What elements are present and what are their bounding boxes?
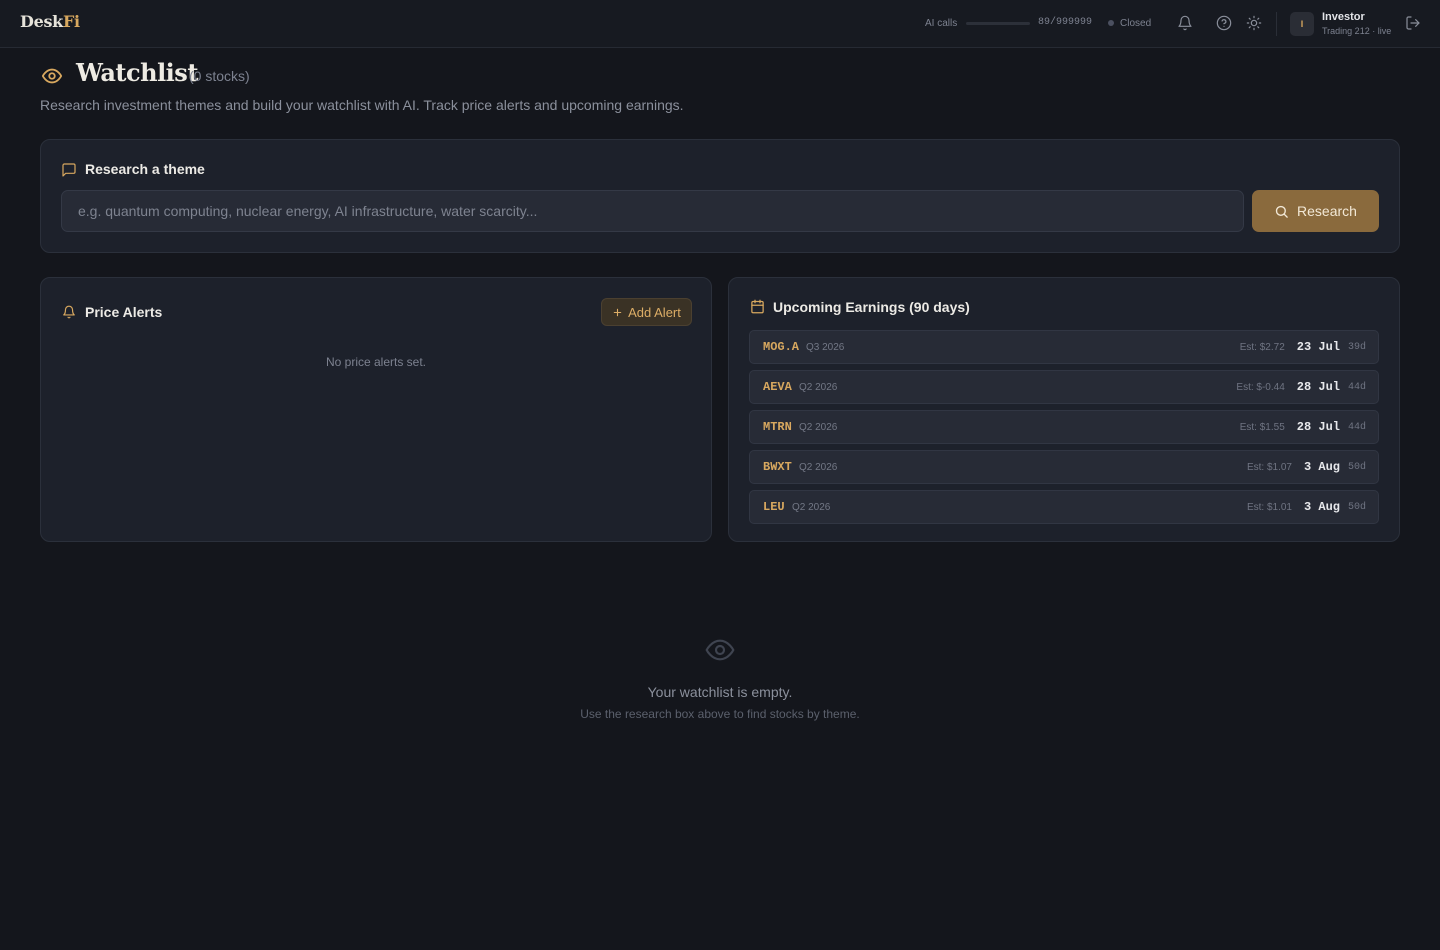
earnings-quarter: Q2 2026 [799,422,838,433]
earnings-quarter: Q2 2026 [792,502,831,513]
research-button[interactable]: Research [1252,190,1379,232]
upcoming-earnings-title: Upcoming Earnings (90 days) [773,299,970,315]
bell-icon[interactable] [1177,15,1193,31]
earnings-ticker: AEVA [763,380,792,394]
user-avatar[interactable]: I [1290,12,1314,36]
earnings-row[interactable]: LEU Q2 2026 Est: $1.01 3 Aug 50d [749,490,1379,524]
earnings-days-until: 44d [1347,381,1366,393]
add-alert-button[interactable]: Add Alert [601,298,692,326]
logout-icon[interactable] [1405,15,1421,31]
eye-icon [705,639,735,661]
earnings-row[interactable]: BWXT Q2 2026 Est: $1.07 3 Aug 50d [749,450,1379,484]
logo-text-desk: Desk [20,12,63,31]
earnings-row[interactable]: MTRN Q2 2026 Est: $1.55 28 Jul 44d [749,410,1379,444]
earnings-row[interactable]: AEVA Q2 2026 Est: $-0.44 28 Jul 44d [749,370,1379,404]
earnings-date: 28 Jul [1296,380,1340,394]
research-button-label: Research [1297,203,1357,219]
help-icon[interactable] [1216,15,1232,31]
earnings-days-until: 50d [1347,501,1366,513]
earnings-quarter: Q2 2026 [799,382,838,393]
earnings-days-until: 50d [1347,461,1366,473]
research-card-title: Research a theme [85,161,205,177]
earnings-estimate: Est: $1.01 [1246,501,1292,513]
sun-icon[interactable] [1246,15,1262,31]
user-account-subtitle: Trading 212 · live [1322,26,1392,36]
message-square-icon [62,163,76,177]
bell-icon [63,305,75,319]
earnings-date: 3 Aug [1303,460,1340,474]
no-alerts-message: No price alerts set. [325,355,427,369]
ai-calls-count: 89/999999 [1038,17,1093,28]
search-icon [1275,205,1288,218]
stock-count: (0 stocks) [189,68,250,84]
earnings-row[interactable]: MOG.A Q3 2026 Est: $2.72 23 Jul 39d [749,330,1379,364]
research-theme-input[interactable] [61,190,1244,232]
add-alert-label: Add Alert [628,304,681,320]
earnings-ticker: BWXT [763,460,792,474]
ai-calls-label: AI calls [925,18,958,29]
user-name: Investor [1322,11,1365,23]
market-status-dot [1108,20,1114,26]
earnings-quarter: Q2 2026 [799,462,838,473]
eye-icon [41,68,63,84]
earnings-ticker: MOG.A [763,340,800,354]
page-title: Watchlist [76,58,198,87]
research-card: Research a theme Research [40,139,1400,253]
earnings-days-until: 39d [1347,341,1366,353]
earnings-estimate: Est: $2.72 [1239,341,1285,353]
earnings-estimate: Est: $-0.44 [1236,381,1285,393]
logo-text-fi: Fi [62,12,80,31]
earnings-days-until: 44d [1347,421,1366,433]
price-alerts-card: Price Alerts Add Alert No price alerts s… [40,277,712,542]
earnings-date: 3 Aug [1303,500,1340,514]
page-subtitle: Research investment themes and build you… [40,97,684,113]
calendar-icon [751,299,764,314]
earnings-estimate: Est: $1.07 [1246,461,1292,473]
earnings-estimate: Est: $1.55 [1239,421,1285,433]
top-navbar: DeskFi AI calls 89/999999 Closed I Inves… [0,0,1440,48]
empty-watchlist-subtitle: Use the research box above to find stock… [580,707,860,721]
app-logo[interactable]: DeskFi [20,12,80,31]
earnings-date: 23 Jul [1296,340,1340,354]
header-divider [1276,12,1277,36]
plus-icon [613,308,622,316]
earnings-ticker: LEU [763,500,785,514]
earnings-date: 28 Jul [1296,420,1340,434]
empty-watchlist-title: Your watchlist is empty. [647,684,793,700]
ai-calls-progress-bar [966,22,1030,25]
price-alerts-title: Price Alerts [85,304,163,320]
earnings-ticker: MTRN [763,420,792,434]
earnings-quarter: Q3 2026 [806,342,845,353]
upcoming-earnings-card: Upcoming Earnings (90 days) MOG.A Q3 202… [728,277,1400,542]
market-status-label: Closed [1120,18,1152,29]
earnings-list: MOG.A Q3 2026 Est: $2.72 23 Jul 39d AEVA… [749,330,1379,530]
